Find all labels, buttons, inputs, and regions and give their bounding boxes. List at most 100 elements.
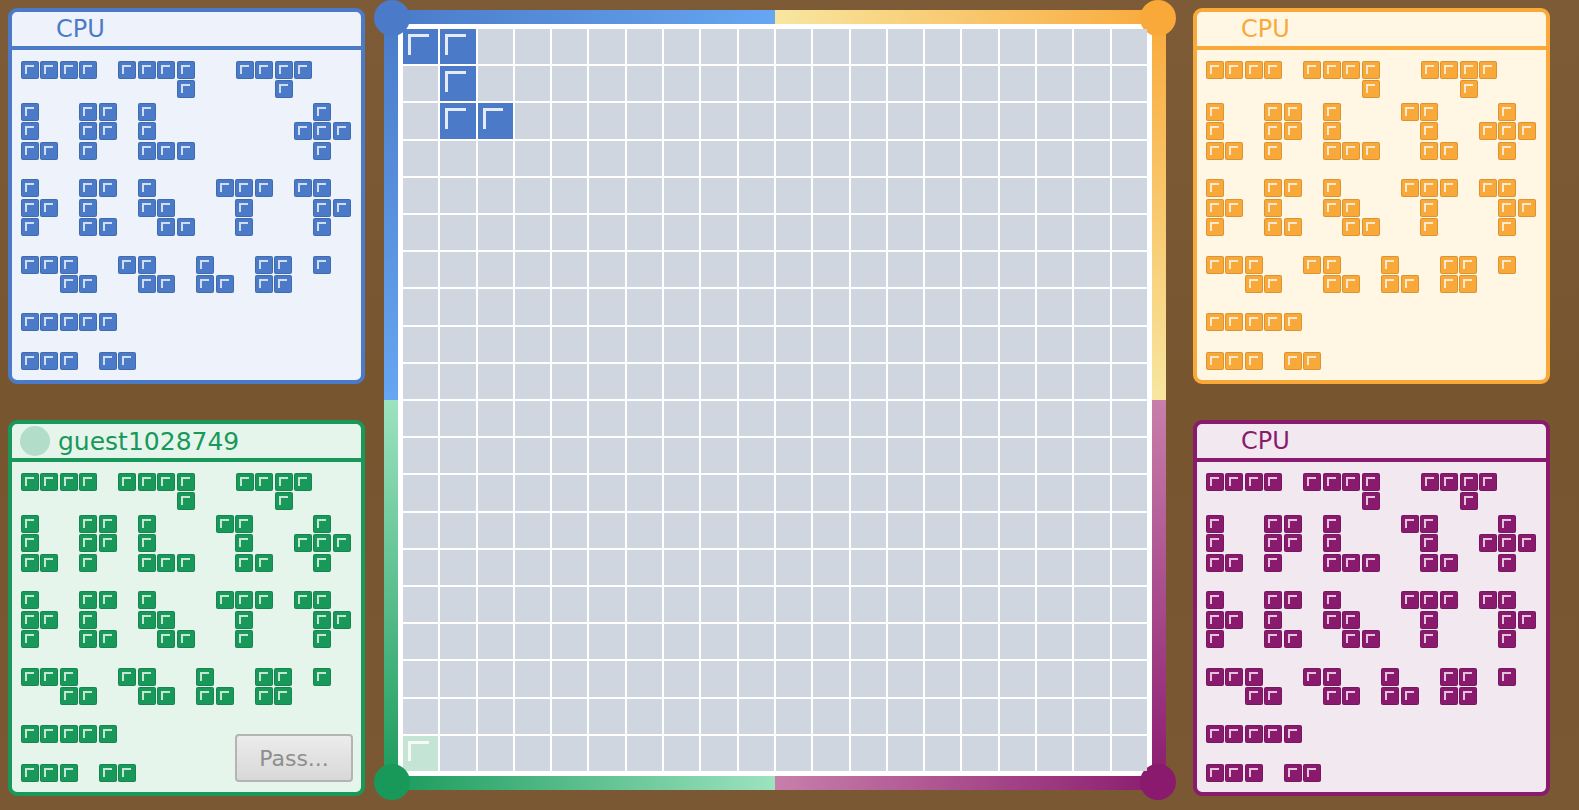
board-cell[interactable] [701, 736, 736, 771]
board-cell[interactable] [925, 513, 960, 548]
board-cell[interactable] [403, 699, 438, 734]
board-cell[interactable] [739, 215, 774, 250]
board-cell[interactable] [701, 550, 736, 585]
piece[interactable] [1264, 514, 1303, 573]
board-cell[interactable] [925, 289, 960, 324]
board-cell[interactable] [739, 699, 774, 734]
board-cell[interactable] [589, 513, 624, 548]
board-cell[interactable] [962, 736, 997, 771]
piece[interactable] [118, 60, 196, 99]
board-cell[interactable] [962, 699, 997, 734]
board-cell[interactable] [664, 141, 699, 176]
board-cell[interactable] [776, 624, 811, 659]
board-cell[interactable] [627, 624, 662, 659]
board-cell[interactable] [739, 401, 774, 436]
board-cell[interactable] [701, 215, 736, 250]
board-cell[interactable] [664, 438, 699, 473]
board-cell[interactable] [739, 364, 774, 399]
board-cell[interactable] [701, 699, 736, 734]
board-cell[interactable] [440, 327, 475, 362]
board-cell[interactable] [776, 699, 811, 734]
board-cell[interactable] [589, 364, 624, 399]
board-cell[interactable] [403, 178, 438, 213]
board-cell[interactable] [478, 661, 513, 696]
board-cell[interactable] [589, 215, 624, 250]
piece[interactable] [293, 514, 352, 573]
board-cell[interactable] [664, 364, 699, 399]
board-cell[interactable] [440, 736, 475, 771]
board-cell[interactable] [851, 513, 886, 548]
board-cell[interactable] [1000, 699, 1035, 734]
piece[interactable] [79, 591, 118, 650]
board-cell[interactable] [701, 141, 736, 176]
board-cell[interactable] [552, 289, 587, 324]
board-cell[interactable] [1037, 66, 1072, 101]
board-cell[interactable] [589, 661, 624, 696]
placed-square[interactable] [440, 29, 475, 64]
piece[interactable] [1400, 179, 1459, 238]
board-cell[interactable] [813, 587, 848, 622]
board-cell[interactable] [701, 327, 736, 362]
board-cell[interactable] [851, 327, 886, 362]
board-cell[interactable] [589, 736, 624, 771]
board-cell[interactable] [552, 587, 587, 622]
board-cell[interactable] [627, 252, 662, 287]
board-cell[interactable] [1074, 587, 1109, 622]
board-cell[interactable] [851, 624, 886, 659]
board-cell[interactable] [478, 550, 513, 585]
board-cell[interactable] [962, 364, 997, 399]
board-cell[interactable] [515, 29, 550, 64]
board-cell[interactable] [403, 401, 438, 436]
board-cell[interactable] [851, 475, 886, 510]
board-cell[interactable] [1074, 66, 1109, 101]
board-cell[interactable] [888, 587, 923, 622]
board-cell[interactable] [739, 327, 774, 362]
board-cell[interactable] [1000, 215, 1035, 250]
board-cell[interactable] [1112, 327, 1147, 362]
piece[interactable] [137, 514, 196, 573]
board-cell[interactable] [813, 364, 848, 399]
board-cell[interactable] [888, 401, 923, 436]
board-cell[interactable] [1112, 103, 1147, 138]
board-cell[interactable] [478, 587, 513, 622]
board-cell[interactable] [851, 141, 886, 176]
board-cell[interactable] [851, 587, 886, 622]
board-cell[interactable] [478, 401, 513, 436]
board-cell[interactable] [962, 215, 997, 250]
piece[interactable] [20, 667, 98, 706]
board-cell[interactable] [552, 699, 587, 734]
piece[interactable] [1400, 102, 1459, 161]
board-cell[interactable] [1074, 178, 1109, 213]
board-cell[interactable] [776, 327, 811, 362]
board-cell[interactable] [1074, 327, 1109, 362]
board-cell[interactable] [888, 289, 923, 324]
board-cell[interactable] [552, 550, 587, 585]
game-board[interactable] [384, 10, 1166, 790]
board-cell[interactable] [925, 438, 960, 473]
piece[interactable] [1478, 514, 1537, 573]
piece[interactable] [1303, 667, 1362, 706]
board-cell[interactable] [1037, 438, 1072, 473]
board-cell[interactable] [627, 661, 662, 696]
board-cell[interactable] [776, 103, 811, 138]
board-cell[interactable] [664, 29, 699, 64]
board-cell[interactable] [478, 364, 513, 399]
board-cell[interactable] [739, 475, 774, 510]
piece[interactable] [1439, 667, 1478, 706]
board-cell[interactable] [1112, 401, 1147, 436]
board-cell[interactable] [589, 699, 624, 734]
board-cell[interactable] [1112, 215, 1147, 250]
board-cell[interactable] [925, 29, 960, 64]
piece[interactable] [20, 472, 98, 492]
board-cell[interactable] [888, 438, 923, 473]
board-cell[interactable] [962, 475, 997, 510]
board-cell[interactable] [739, 736, 774, 771]
piece[interactable] [293, 179, 352, 238]
board-cell[interactable] [888, 661, 923, 696]
board-cell[interactable] [589, 587, 624, 622]
piece[interactable] [1303, 60, 1381, 99]
board-cell[interactable] [440, 252, 475, 287]
board-cell[interactable] [440, 289, 475, 324]
piece[interactable] [1205, 60, 1283, 80]
board-cell[interactable] [478, 513, 513, 548]
